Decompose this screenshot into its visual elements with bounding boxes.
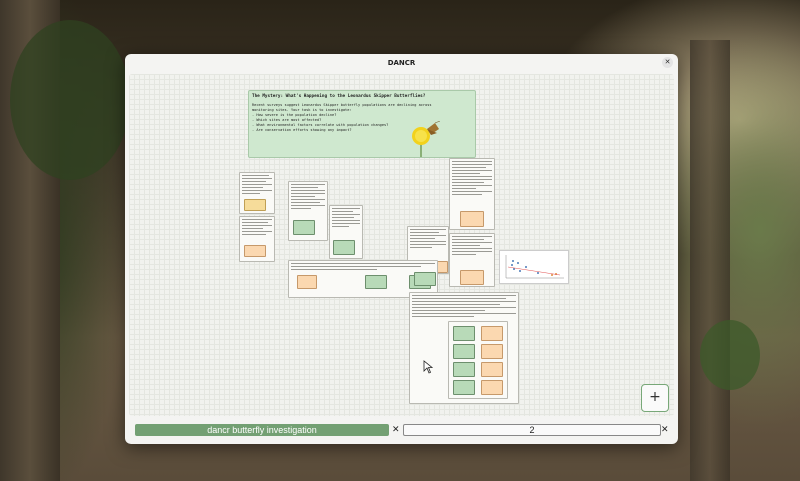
data-card[interactable] (460, 270, 484, 285)
note-card[interactable] (448, 321, 508, 399)
note-text (242, 219, 272, 237)
note-card[interactable] (449, 233, 495, 287)
mystery-line: - Which sites are most affected? (252, 118, 322, 122)
close-window-button[interactable]: ✕ (662, 57, 673, 68)
data-card[interactable] (293, 220, 315, 235)
note-card[interactable] (449, 158, 495, 230)
note-card[interactable] (239, 172, 275, 214)
note-text (291, 184, 325, 211)
note-card[interactable] (239, 216, 275, 262)
window-title: DANCR (387, 59, 416, 67)
mystery-line: - What environmental factors correlate w… (252, 123, 389, 127)
note-card[interactable] (288, 181, 328, 241)
data-card[interactable] (481, 380, 503, 395)
butterfly-on-flower-image (412, 121, 441, 157)
chart-thumbnail-plot (505, 255, 564, 279)
data-card[interactable] (453, 326, 475, 341)
mystery-line: monitoring sites. Your task is to invest… (252, 108, 352, 112)
note-text (452, 236, 492, 257)
app-window: DANCR ✕ The Mystery: What's Happening to… (125, 54, 678, 444)
note-card[interactable] (329, 205, 363, 259)
data-card[interactable] (414, 272, 436, 286)
note-text (410, 229, 446, 250)
mystery-line: Recent surveys suggest Leonardus Skipper… (252, 103, 432, 107)
mystery-title: The Mystery: What's Happening to the Leo… (252, 94, 425, 99)
note-text (332, 208, 360, 229)
mystery-note[interactable]: The Mystery: What's Happening to the Leo… (248, 90, 476, 158)
tab-2-close-button[interactable]: ✕ (661, 424, 669, 436)
data-card[interactable] (481, 362, 503, 377)
data-card[interactable] (365, 275, 387, 289)
background-pillar-right (690, 40, 730, 481)
data-card[interactable] (453, 362, 475, 377)
note-text (242, 175, 272, 196)
data-card[interactable] (460, 211, 484, 227)
data-card[interactable] (481, 344, 503, 359)
mouse-cursor (423, 360, 433, 374)
data-card[interactable] (333, 240, 355, 255)
mystery-title-prefix: The Mystery: (252, 94, 286, 99)
data-card[interactable] (481, 326, 503, 341)
mystery-title-text: What's Happening to the Leonardus Skippe… (285, 94, 426, 99)
data-card[interactable] (453, 380, 475, 395)
note-text (291, 263, 435, 272)
add-button[interactable]: + (641, 384, 669, 412)
data-card[interactable] (453, 344, 475, 359)
note-card[interactable] (409, 292, 519, 404)
data-card[interactable] (297, 275, 317, 289)
mystery-line: - Are conservation efforts showing any i… (252, 128, 352, 132)
tab-investigation[interactable]: dancr butterfly investigation (135, 424, 389, 436)
background-foliage-right (700, 320, 760, 390)
tab-2[interactable]: 2 (403, 424, 661, 436)
data-card[interactable] (244, 245, 266, 257)
title-bar: DANCR ✕ (125, 54, 678, 72)
investigation-canvas[interactable]: The Mystery: What's Happening to the Leo… (129, 74, 674, 416)
note-text (412, 295, 516, 319)
data-card[interactable] (244, 199, 266, 211)
tab-bar: dancr butterfly investigation ✕ 2 ✕ (125, 423, 678, 441)
mystery-line: - How severe is the population decline? (252, 113, 337, 117)
note-text (452, 161, 492, 197)
tab-investigation-close-button[interactable]: ✕ (392, 424, 400, 436)
background-foliage-left (10, 20, 130, 180)
chart-thumbnail[interactable] (499, 250, 569, 284)
